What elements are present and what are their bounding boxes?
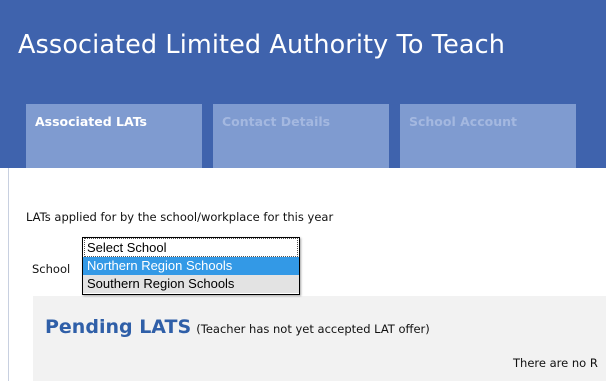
school-label: School — [32, 262, 71, 276]
empty-message: There are no R — [513, 356, 598, 370]
tab-contact-details[interactable]: Contact Details — [213, 104, 389, 168]
tab-label: School Account — [409, 114, 517, 129]
pending-lats-subtitle: (Teacher has not yet accepted LAT offer) — [196, 322, 430, 336]
app-title: Associated Limited Authority To Teach — [18, 30, 506, 60]
intro-text: LATs applied for by the school/workplace… — [26, 210, 334, 224]
tab-label: Contact Details — [222, 114, 331, 129]
school-option-southern[interactable]: Southern Region Schools — [83, 275, 299, 293]
pending-lats-section: Pending LATS (Teacher has not yet accept… — [33, 296, 606, 381]
pending-lats-title: Pending LATS — [45, 316, 192, 338]
pending-lats-heading: Pending LATS (Teacher has not yet accept… — [45, 316, 430, 338]
tab-associated-lats[interactable]: Associated LATs — [26, 104, 202, 168]
school-select-dropdown[interactable]: Select School Northern Region Schools So… — [82, 237, 300, 295]
school-option-select[interactable]: Select School — [84, 238, 298, 257]
header-bar: Associated Limited Authority To Teach As… — [0, 0, 606, 168]
school-option-northern[interactable]: Northern Region Schools — [83, 257, 299, 275]
tab-school-account[interactable]: School Account — [400, 104, 576, 168]
tab-label: Associated LATs — [35, 114, 147, 129]
page: Associated Limited Authority To Teach As… — [0, 0, 606, 381]
